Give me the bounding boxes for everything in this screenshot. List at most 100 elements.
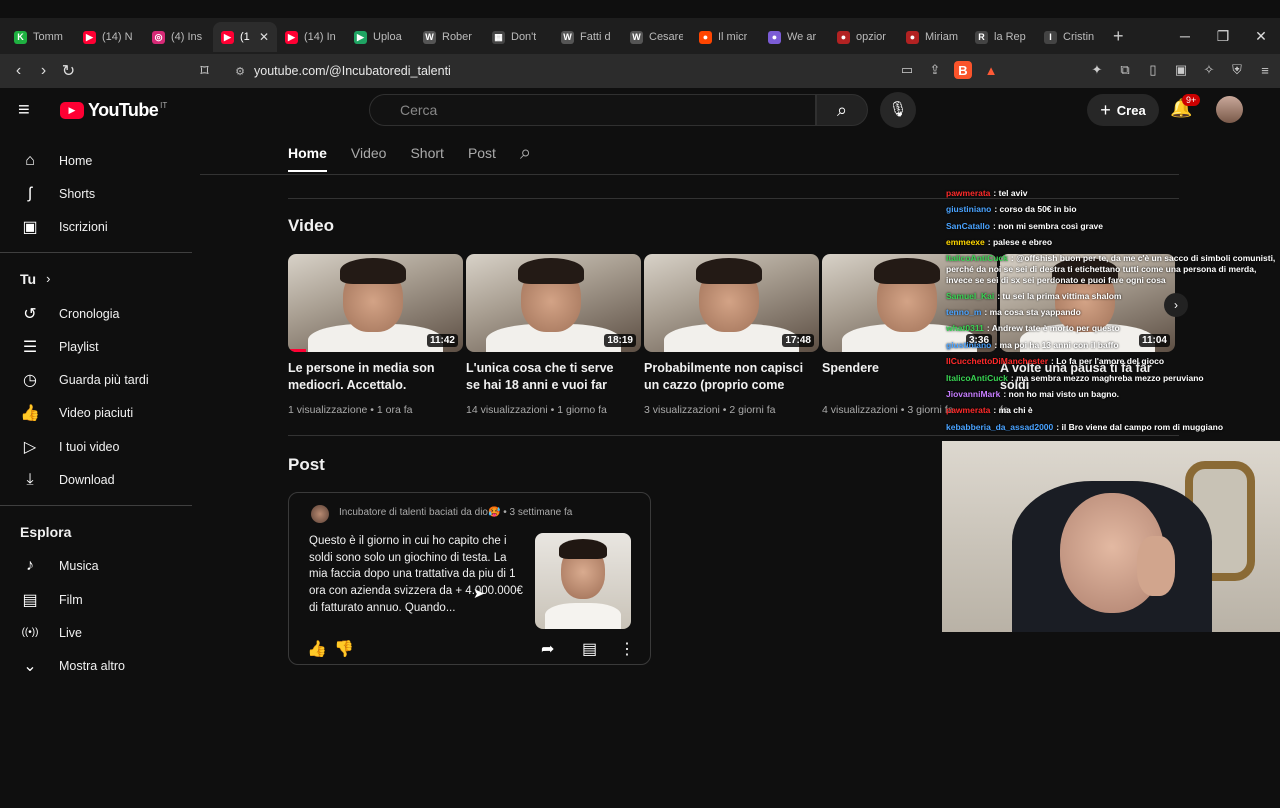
leo-ai-icon[interactable]: ✧ bbox=[1200, 61, 1218, 79]
share-icon[interactable]: ➦ bbox=[541, 639, 554, 659]
tab-short[interactable]: Short bbox=[410, 134, 443, 172]
bookmark-icon[interactable]: ⌑ bbox=[192, 61, 217, 81]
hamburger-menu-icon[interactable]: ≡ bbox=[18, 100, 42, 120]
account-avatar[interactable] bbox=[1216, 96, 1243, 123]
chevron-right-icon: › bbox=[46, 271, 51, 287]
video-title[interactable]: Probabilmente non capisci un cazzo (prop… bbox=[644, 360, 819, 394]
browser-tab[interactable]: ● We ar bbox=[760, 22, 829, 52]
tab-home[interactable]: Home bbox=[288, 134, 327, 172]
video-thumbnail[interactable]: 11:42 bbox=[288, 254, 463, 352]
videos-section-title[interactable]: Video bbox=[288, 216, 334, 236]
tab-label: (14) N bbox=[102, 31, 133, 43]
comment-icon[interactable]: ▤ bbox=[582, 639, 597, 659]
maximize-button[interactable]: ❐ bbox=[1204, 18, 1242, 54]
address-bar[interactable]: ⚙ youtube.com/@Incubatoredi_talenti bbox=[226, 58, 1012, 84]
url-text[interactable]: youtube.com/@Incubatoredi_talenti bbox=[254, 64, 451, 78]
browser-tab[interactable]: ▶ (1 ✕ bbox=[213, 22, 277, 52]
search-input[interactable]: Cerca bbox=[369, 94, 816, 126]
minimize-button[interactable]: ─ bbox=[1166, 18, 1204, 54]
browser-tab[interactable]: ▶ Uploa bbox=[346, 22, 415, 52]
chat-text: corso da 50€ in bio bbox=[999, 204, 1077, 215]
youtube-logo[interactable]: ▶ YouTube IT bbox=[60, 100, 167, 121]
tab-post[interactable]: Post bbox=[468, 134, 496, 172]
sidebar-item-live[interactable]: ((•)) Live bbox=[0, 616, 192, 649]
video-thumbnail[interactable]: 17:48 bbox=[644, 254, 819, 352]
browser-tab[interactable]: W Rober bbox=[415, 22, 484, 52]
browser-tab[interactable]: W Fatti d bbox=[553, 22, 622, 52]
sidebar-you-header[interactable]: Tu › bbox=[0, 261, 192, 297]
wallet-icon[interactable]: ▣ bbox=[1172, 61, 1190, 79]
post-image[interactable] bbox=[535, 533, 631, 629]
create-label: Crea bbox=[1116, 102, 1146, 118]
chat-message: ItalicoAntiCuck: @offshish buon per te, … bbox=[942, 251, 1280, 288]
sidebar-divider bbox=[0, 504, 192, 506]
like-icon[interactable]: 👍 bbox=[307, 639, 327, 659]
create-button[interactable]: + Crea bbox=[1087, 94, 1159, 126]
post-author-avatar[interactable] bbox=[311, 505, 329, 523]
browser-tab[interactable]: ▦ Don't bbox=[484, 22, 553, 52]
sidebar-item-i-tuoi-video[interactable]: ▷ I tuoi video bbox=[0, 430, 192, 463]
sidebar-item-cronologia[interactable]: ↺ Cronologia bbox=[0, 297, 192, 330]
reload-button[interactable]: ↻ bbox=[56, 61, 81, 81]
posts-section-title[interactable]: Post bbox=[288, 455, 325, 475]
channel-search-icon[interactable]: ⌕ bbox=[520, 131, 531, 176]
voice-search-button[interactable]: 🎙 bbox=[880, 92, 916, 128]
browser-tab[interactable]: Rla Rep bbox=[967, 22, 1036, 52]
tab-video[interactable]: Video bbox=[351, 134, 387, 172]
close-window-button[interactable]: ✕ bbox=[1242, 18, 1280, 54]
browser-tab[interactable]: I Cristin bbox=[1036, 22, 1105, 52]
browser-tab[interactable]: K Tomm bbox=[6, 22, 75, 52]
video-meta: 3 visualizzazioni • 2 giorni fa bbox=[644, 404, 819, 416]
browser-tab[interactable]: W Cesare bbox=[622, 22, 691, 52]
cast-icon[interactable]: ▭ bbox=[898, 61, 916, 79]
sidebar-item-guarda-pi-tardi[interactable]: ◷ Guarda più tardi bbox=[0, 363, 192, 396]
post-text[interactable]: Questo è il giorno in cui ho capito che … bbox=[309, 533, 524, 617]
sidebar-item-download[interactable]: ⤓ Download bbox=[0, 463, 192, 496]
sidebar-item-shorts[interactable]: ʃ Shorts bbox=[0, 177, 192, 210]
search-button[interactable]: ⌕ bbox=[816, 94, 868, 126]
brave-shield-icon[interactable]: B bbox=[954, 61, 972, 79]
new-tab-button[interactable]: + bbox=[1113, 26, 1124, 47]
mic-icon: 🎙 bbox=[888, 101, 908, 118]
video-card[interactable]: 18:19 L'unica cosa che ti serve se hai 18… bbox=[466, 254, 641, 416]
video-age: 1 ora fa bbox=[376, 404, 413, 416]
browser-tab[interactable]: ● Miriam bbox=[898, 22, 967, 52]
thumbnail-hair bbox=[340, 258, 406, 284]
more-options-icon[interactable]: ⋮ bbox=[619, 639, 635, 659]
share-icon[interactable]: ⇪ bbox=[926, 61, 944, 79]
browser-tab[interactable]: ● Il micr bbox=[691, 22, 760, 52]
sidebar-item-iscrizioni[interactable]: ▣ Iscrizioni bbox=[0, 211, 192, 244]
dislike-icon[interactable]: 👎 bbox=[334, 639, 354, 659]
browser-tab[interactable]: ▶ (14) N bbox=[75, 22, 144, 52]
community-post[interactable]: Incubatore di talenti baciati da dio🥵 • … bbox=[288, 492, 651, 665]
sidebar-item-film[interactable]: ▤ Film bbox=[0, 583, 192, 616]
video-title[interactable]: L'unica cosa che ti serve se hai 18 anni… bbox=[466, 360, 641, 394]
extensions-icon[interactable]: ✦ bbox=[1088, 61, 1106, 79]
menu-icon[interactable]: ≡ bbox=[1256, 61, 1274, 79]
close-tab-icon[interactable]: ✕ bbox=[259, 30, 269, 44]
back-button[interactable]: ‹ bbox=[6, 62, 31, 80]
screenshot-icon[interactable]: ⧉ bbox=[1116, 61, 1134, 79]
video-thumbnail[interactable]: 18:19 bbox=[466, 254, 641, 352]
forward-button[interactable]: › bbox=[31, 62, 56, 80]
browser-tab[interactable]: ◎ (4) Ins bbox=[144, 22, 213, 52]
site-info-icon[interactable]: ⚙ bbox=[226, 65, 254, 78]
sidebar-item-mostra-altro[interactable]: ⌄ Mostra altro bbox=[0, 650, 192, 683]
brave-rewards-icon[interactable]: ▲ bbox=[982, 61, 1000, 79]
video-title[interactable]: Le persone in media son mediocri. Accett… bbox=[288, 360, 463, 394]
sidebar-item-label: Video piaciuti bbox=[59, 406, 134, 421]
video-card[interactable]: 11:42 Le persone in media son mediocri. A… bbox=[288, 254, 463, 416]
sidebar-item-home[interactable]: ⌂ Home bbox=[0, 144, 192, 177]
sidebar-item-label: Guarda più tardi bbox=[59, 373, 149, 388]
sidebar-item-musica[interactable]: ♪ Musica bbox=[0, 550, 192, 583]
video-card[interactable]: 17:48 Probabilmente non capisci un cazzo … bbox=[644, 254, 819, 416]
sidebar-item-playlist[interactable]: ☰ Playlist bbox=[0, 330, 192, 363]
sidebar-item-video-piaciuti[interactable]: 👍 Video piaciuti bbox=[0, 397, 192, 430]
browser-tab[interactable]: ▶ (14) In bbox=[277, 22, 346, 52]
sidebar-icon[interactable]: ▯ bbox=[1144, 61, 1162, 79]
vpn-icon[interactable]: ⛨ bbox=[1228, 61, 1246, 79]
post-author[interactable]: Incubatore di talenti baciati da dio bbox=[339, 507, 488, 518]
sidebar-item-label: I tuoi video bbox=[59, 439, 120, 454]
chat-message: emmeexe: palese e ebreo bbox=[942, 234, 1280, 250]
browser-tab[interactable]: ● opzior bbox=[829, 22, 898, 52]
